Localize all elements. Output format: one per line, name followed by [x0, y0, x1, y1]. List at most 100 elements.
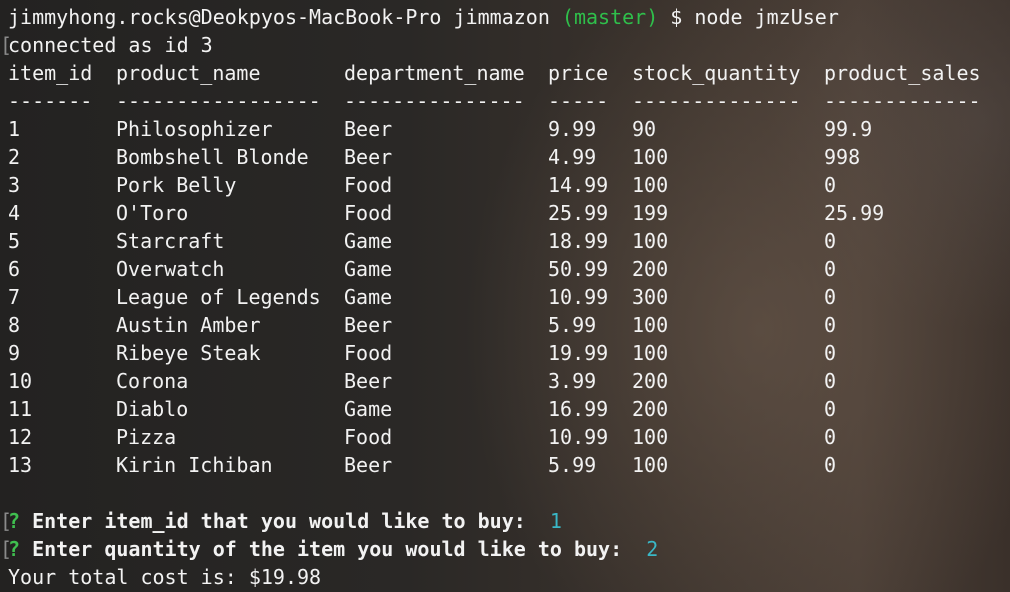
cell: 25.99 [548, 201, 609, 225]
cell: 5 [8, 229, 21, 253]
cell: Ribeye Steak [116, 341, 261, 365]
cell: department_name [344, 61, 525, 85]
cell: Game [344, 229, 393, 253]
products-table: item_id product_name department_name price s… [0, 59, 1010, 479]
user-host: jimmyhong.rocks@Deokpyos-MacBook-Pro [8, 5, 442, 29]
directory: jimmazon [453, 5, 550, 29]
cell: stock_quantity [632, 61, 801, 85]
cell: 998 [824, 145, 861, 169]
cell: 200 [632, 257, 669, 281]
cell: 100 [632, 229, 669, 253]
cell: 90 [632, 117, 657, 141]
cell: Game [344, 397, 393, 421]
cell: Bombshell Blonde [116, 145, 309, 169]
cell: 100 [632, 453, 669, 477]
cell: item_id [8, 61, 93, 85]
cell: -------------- [632, 89, 801, 113]
cell: 0 [824, 341, 837, 365]
cell: Overwatch [116, 257, 225, 281]
table-row: 4 O'Toro Food 25.99 199 25.99 [0, 199, 1010, 227]
cell: 100 [632, 145, 669, 169]
cell: 0 [824, 453, 837, 477]
cell: product_sales [824, 61, 981, 85]
cell: Starcraft [116, 229, 225, 253]
table-row: 1 Philosophizer Beer 9.99 90 99.9 [0, 115, 1010, 143]
cell: 10.99 [548, 285, 609, 309]
cell: 7 [8, 285, 21, 309]
question-line: [? Enter item_id that you would like to … [0, 507, 1010, 535]
cell: Kirin Ichiban [116, 453, 273, 477]
cell: 9.99 [548, 117, 597, 141]
cell: Corona [116, 369, 189, 393]
cell: 0 [824, 397, 837, 421]
cell: 0 [824, 173, 837, 197]
answer-input[interactable]: 1 [550, 509, 562, 533]
cell: Food [344, 425, 393, 449]
cell: League of Legends [116, 285, 321, 309]
command: node jmzUser [694, 5, 839, 29]
answer-input[interactable]: 2 [646, 537, 658, 561]
cell: 199 [632, 201, 669, 225]
cell: 300 [632, 285, 669, 309]
cell: 13 [8, 453, 33, 477]
question-text: Enter quantity of the item you would lik… [32, 537, 623, 561]
cell: ------------- [824, 89, 981, 113]
cell: Game [344, 285, 393, 309]
cell: Beer [344, 313, 393, 337]
cell: 10.99 [548, 425, 609, 449]
table-row: 2 Bombshell Blonde Beer 4.99 100 998 [0, 143, 1010, 171]
prompt-symbol: $ [670, 5, 683, 29]
table-row: 12 Pizza Food 10.99 100 0 [0, 423, 1010, 451]
cell: Beer [344, 453, 393, 477]
cell: 9 [8, 341, 21, 365]
cell: 0 [824, 229, 837, 253]
table-row: 11 Diablo Game 16.99 200 0 [0, 395, 1010, 423]
cell: product_name [116, 61, 261, 85]
cell: ----- [548, 89, 609, 113]
cell: 0 [824, 285, 837, 309]
cell: 100 [632, 341, 669, 365]
cell: 3 [8, 173, 21, 197]
cell: Diablo [116, 397, 189, 421]
cell: 0 [824, 369, 837, 393]
cell: 1 [8, 117, 21, 141]
cell: 99.9 [824, 117, 873, 141]
cell: 2 [8, 145, 21, 169]
cell: 0 [824, 425, 837, 449]
cell: 11 [8, 397, 33, 421]
cell: 100 [632, 173, 669, 197]
table-row: 9 Ribeye Steak Food 19.99 100 0 [0, 339, 1010, 367]
question-mark-icon: ? [8, 509, 21, 533]
cell: 10 [8, 369, 33, 393]
cell: Food [344, 341, 393, 365]
cell: Beer [344, 145, 393, 169]
cell: Pizza [116, 425, 177, 449]
table-row: 8 Austin Amber Beer 5.99 100 0 [0, 311, 1010, 339]
terminal-output: [ jimmyhong.rocks@Deokpyos-MacBook-Pro j… [0, 3, 1010, 591]
cell: ------- [8, 89, 93, 113]
cell: 6 [8, 257, 21, 281]
table-row: 10 Corona Beer 3.99 200 0 [0, 367, 1010, 395]
shell-prompt-line: [ jimmyhong.rocks@Deokpyos-MacBook-Pro j… [0, 3, 1010, 57]
cell: 4.99 [548, 145, 597, 169]
table-row: 7 League of Legends Game 10.99 300 0 [0, 283, 1010, 311]
cell: 100 [632, 313, 669, 337]
cell: 5.99 [548, 313, 597, 337]
status-text: connected as id 3 [8, 33, 213, 57]
cell: 200 [632, 397, 669, 421]
cell: Beer [344, 117, 393, 141]
cell: 14.99 [548, 173, 609, 197]
cell: ----------------- [116, 89, 321, 113]
cell: 3.99 [548, 369, 597, 393]
cell: 18.99 [548, 229, 609, 253]
cell: 0 [824, 257, 837, 281]
cell: 100 [632, 425, 669, 449]
table-row: 5 Starcraft Game 18.99 100 0 [0, 227, 1010, 255]
cell: 19.99 [548, 341, 609, 365]
git-branch: (master) [561, 5, 659, 29]
cell: Food [344, 173, 393, 197]
cell: 200 [632, 369, 669, 393]
cell: O'Toro [116, 201, 189, 225]
cell: Philosophizer [116, 117, 273, 141]
cell: Game [344, 257, 393, 281]
